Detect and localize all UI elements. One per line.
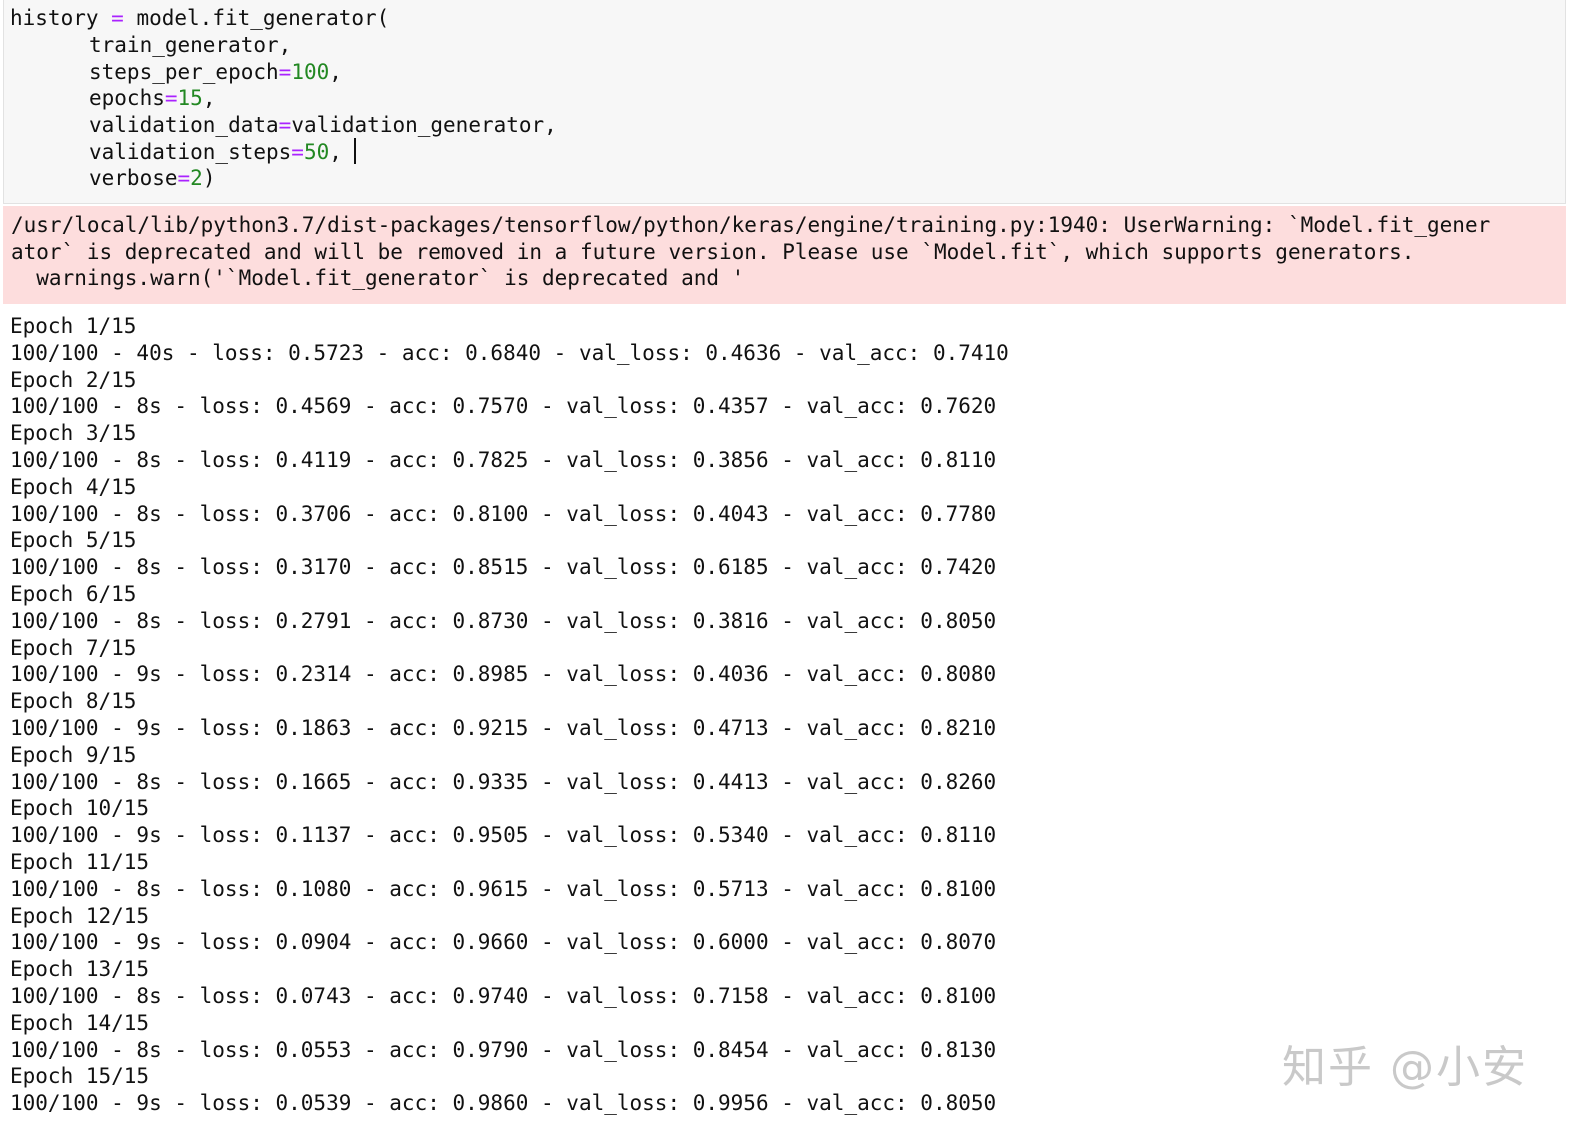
- epoch-header: Epoch 12/15: [10, 903, 150, 928]
- epoch-header: Epoch 15/15: [10, 1064, 150, 1089]
- epoch-metrics: 100/100 - 9s - loss: 0.1863 - acc: 0.921…: [10, 716, 997, 740]
- warning-line: ator` is deprecated and will be removed …: [11, 240, 1415, 264]
- epoch-metrics: 100/100 - 8s - loss: 0.4119 - acc: 0.782…: [10, 448, 997, 472]
- epoch-metrics: 100/100 - 8s - loss: 0.0743 - acc: 0.974…: [10, 984, 997, 1008]
- epoch-metrics: 100/100 - 9s - loss: 0.1137 - acc: 0.950…: [10, 823, 997, 848]
- epoch-metrics: 100/100 - 8s - loss: 0.3706 - acc: 0.810…: [10, 501, 997, 526]
- epoch-metrics: 100/100 - 9s - loss: 0.2314 - acc: 0.898…: [10, 662, 997, 687]
- epoch-header: Epoch 10/15: [10, 796, 150, 821]
- code-line: verbose=2): [89, 166, 216, 190]
- epoch-header: Epoch 8/15: [10, 689, 137, 714]
- epoch-metrics: 100/100 - 8s - loss: 0.1080 - acc: 0.961…: [10, 876, 997, 901]
- epoch-metrics: 100/100 - 9s - loss: 0.0904 - acc: 0.966…: [10, 930, 997, 955]
- epoch-metrics: 100/100 - 8s - loss: 0.0553 - acc: 0.979…: [10, 1037, 997, 1062]
- code-line: epochs=15,: [89, 86, 216, 110]
- epoch-header: Epoch 6/15: [10, 582, 137, 606]
- code-line: history = model.fit_generator(: [10, 6, 390, 30]
- warning-line: /usr/local/lib/python3.7/dist-packages/t…: [11, 213, 1491, 237]
- stderr-output: /usr/local/lib/python3.7/dist-packages/t…: [3, 206, 1566, 304]
- code-line: validation_steps=50,: [10, 138, 356, 165]
- code-cell[interactable]: history = model.fit_generator( train_gen…: [3, 0, 1566, 204]
- epoch-header: Epoch 2/15: [10, 367, 137, 392]
- epoch-header: Epoch 9/15: [10, 742, 137, 767]
- watermark: 知乎 @小安: [1282, 1042, 1528, 1093]
- epoch-header: Epoch 5/15: [10, 528, 137, 553]
- epoch-metrics: 100/100 - 9s - loss: 0.0539 - acc: 0.986…: [10, 1091, 997, 1116]
- epoch-metrics: 100/100 - 8s - loss: 0.3170 - acc: 0.851…: [10, 555, 997, 580]
- epoch-header: Epoch 1/15: [10, 314, 137, 338]
- warning-line: warnings.warn('`Model.fit_generator` is …: [11, 266, 745, 290]
- epoch-metrics: 100/100 - 8s - loss: 0.1665 - acc: 0.933…: [10, 769, 997, 794]
- epoch-header: Epoch 14/15: [10, 1010, 150, 1035]
- epoch-header: Epoch 13/15: [10, 957, 150, 982]
- epoch-metrics: 100/100 - 8s - loss: 0.4569 - acc: 0.757…: [10, 394, 997, 419]
- code-line: validation_data=validation_generator,: [89, 113, 557, 137]
- epoch-header: Epoch 4/15: [10, 474, 137, 499]
- code-line: train_generator,: [89, 33, 292, 57]
- epoch-header: Epoch 3/15: [10, 421, 137, 446]
- text-cursor: [353, 138, 356, 164]
- code-line: steps_per_epoch=100,: [89, 60, 342, 84]
- epoch-metrics: 100/100 - 8s - loss: 0.2791 - acc: 0.873…: [10, 608, 997, 633]
- epoch-header: Epoch 11/15: [10, 850, 150, 874]
- epoch-metrics: 100/100 - 40s - loss: 0.5723 - acc: 0.68…: [10, 340, 1009, 365]
- epoch-header: Epoch 7/15: [10, 635, 137, 660]
